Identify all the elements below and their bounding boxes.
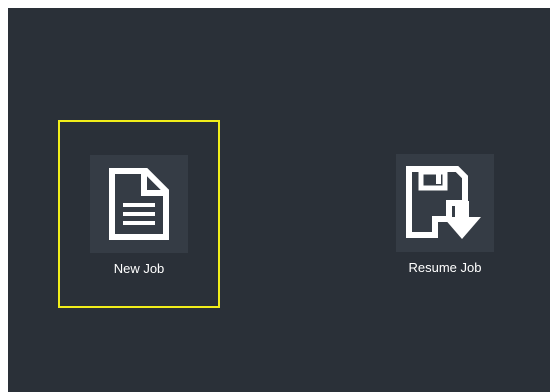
new-job-tile[interactable]: New Job (58, 120, 220, 308)
job-selection-screen: New Job Resume Job (8, 8, 550, 392)
new-job-icon-box (90, 155, 188, 253)
document-icon (109, 168, 169, 240)
resume-job-icon-box (396, 154, 494, 252)
resume-job-label: Resume Job (408, 260, 482, 275)
new-job-label: New Job (113, 261, 165, 276)
resume-job-tile[interactable]: Resume Job (370, 120, 520, 308)
save-download-icon (406, 166, 481, 239)
